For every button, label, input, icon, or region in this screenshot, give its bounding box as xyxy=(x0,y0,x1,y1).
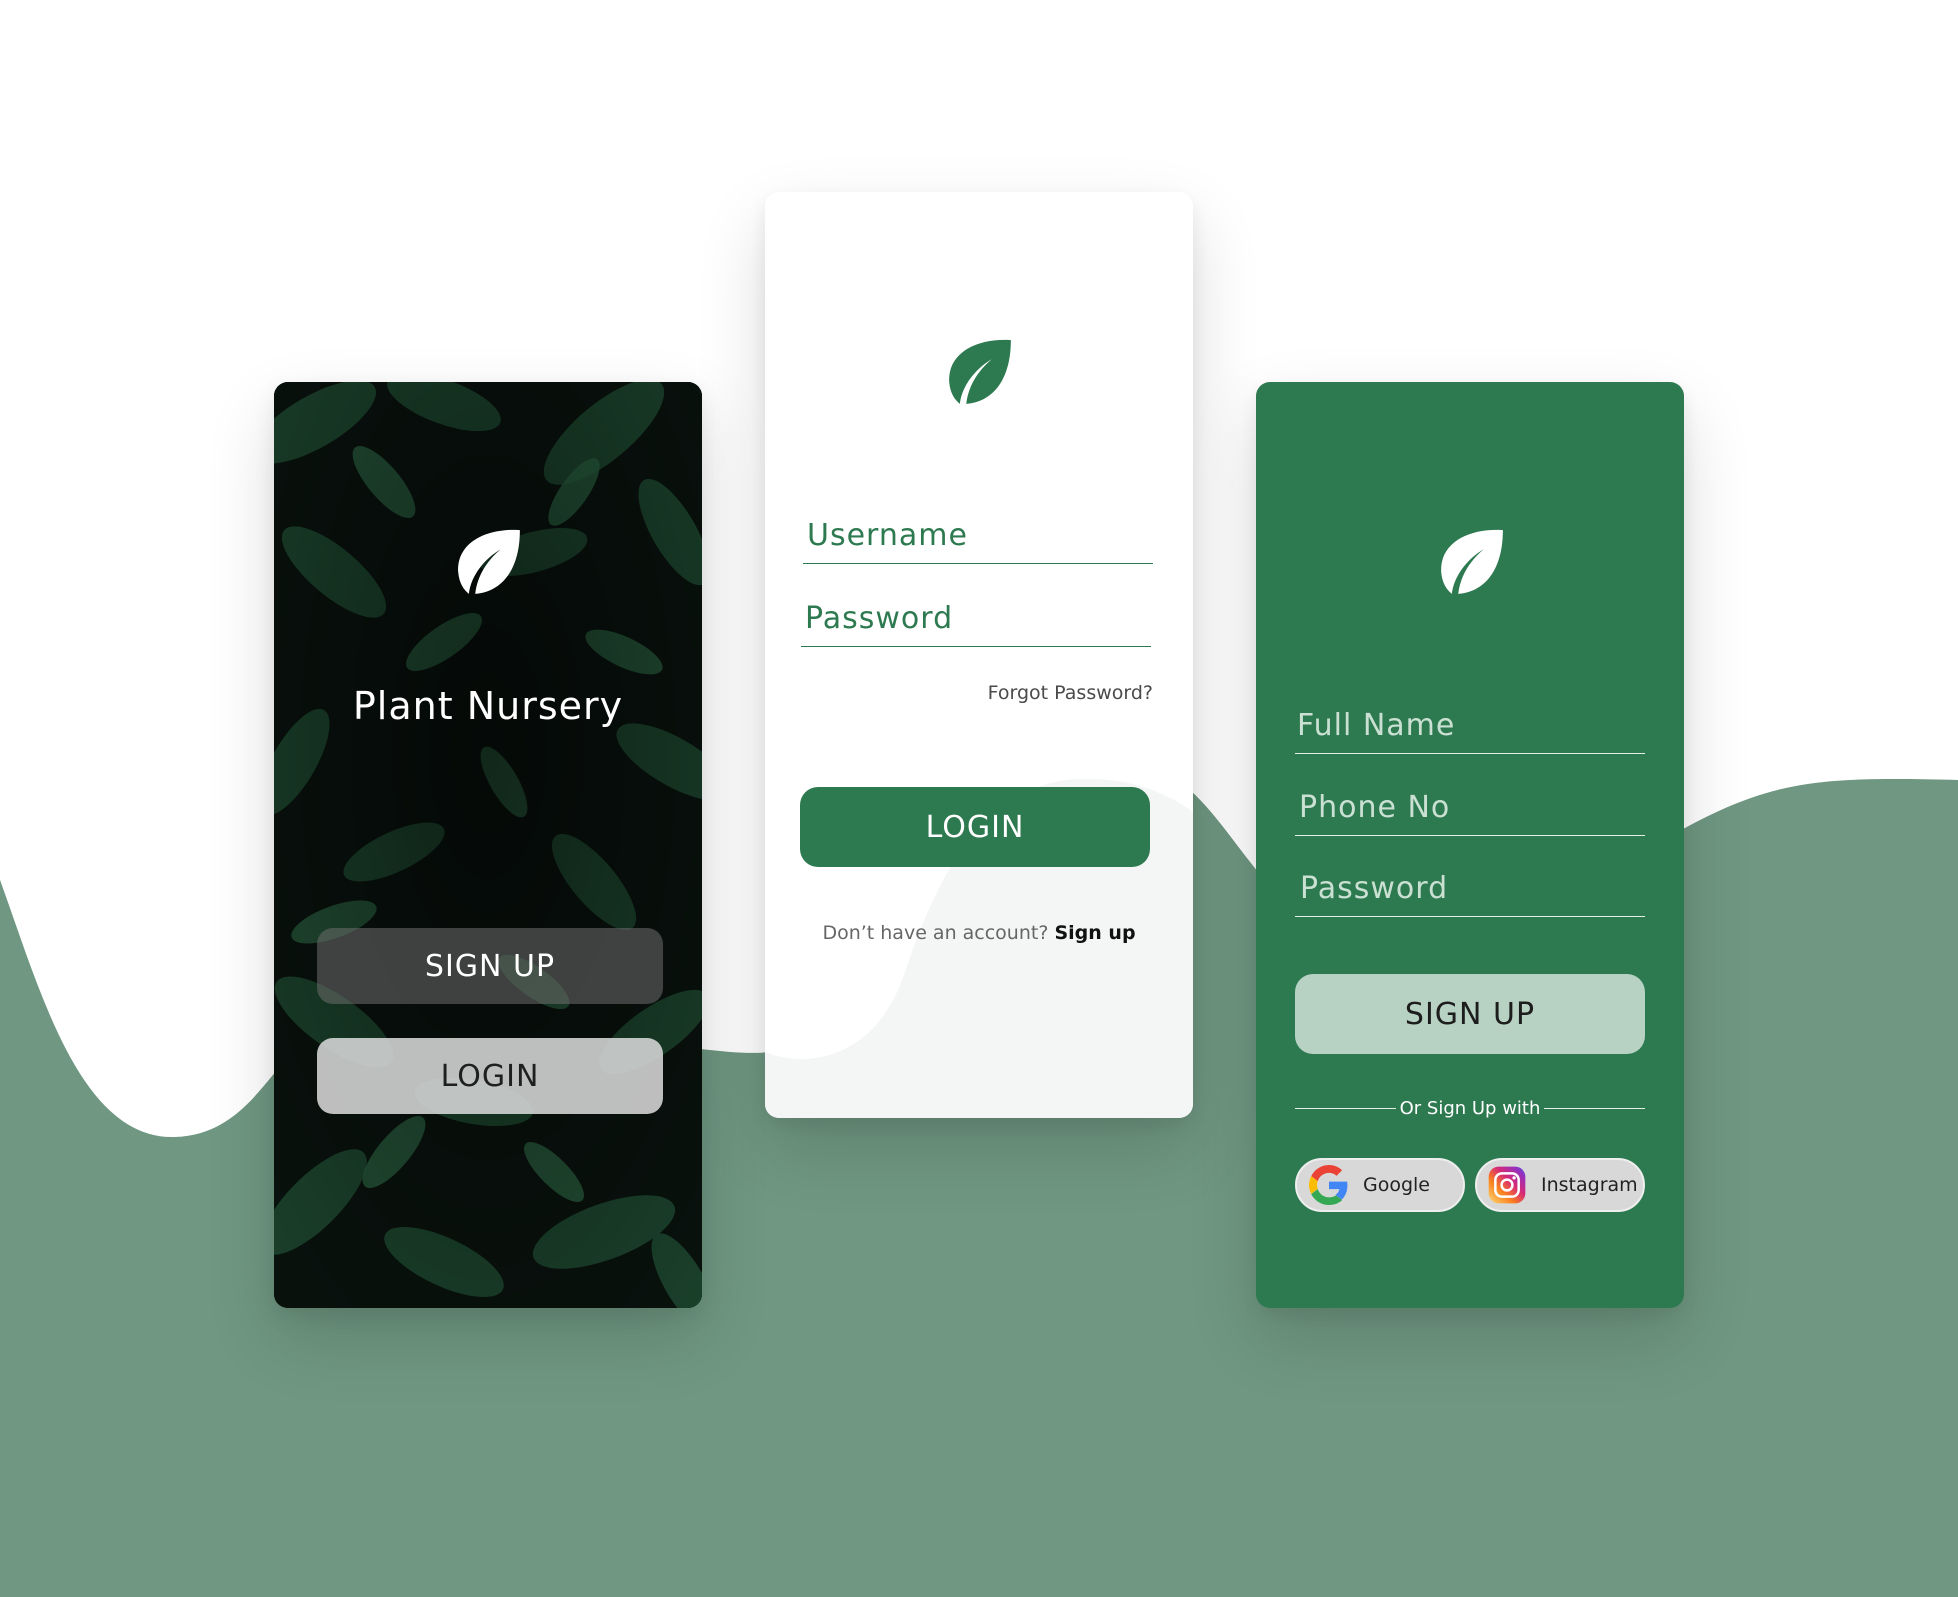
instagram-icon xyxy=(1488,1166,1526,1204)
phone-placeholder: Phone No xyxy=(1299,790,1451,825)
leaf-icon xyxy=(949,339,1011,404)
divider-line-right xyxy=(1544,1107,1646,1109)
password-field[interactable]: Password xyxy=(1295,867,1645,917)
signup-button[interactable]: SIGN UP xyxy=(1295,974,1645,1054)
or-divider: Or Sign Up with xyxy=(1295,1096,1646,1120)
login-button[interactable]: LOGIN xyxy=(317,1038,663,1114)
google-signup-button[interactable]: Google xyxy=(1295,1158,1465,1212)
login-button[interactable]: LOGIN xyxy=(800,787,1150,867)
login-screen: Username Password Forgot Password? LOGIN… xyxy=(765,192,1193,1118)
google-icon xyxy=(1309,1165,1348,1205)
username-placeholder: Username xyxy=(807,518,968,553)
instagram-label: Instagram xyxy=(1541,1174,1638,1196)
fullname-placeholder: Full Name xyxy=(1297,708,1456,743)
signup-prompt: Don’t have an account? Sign up xyxy=(765,922,1193,944)
login-background-wave xyxy=(765,778,1193,1118)
divider-text: Or Sign Up with xyxy=(1399,1097,1541,1119)
password-placeholder: Password xyxy=(805,601,954,636)
app-title: Plant Nursery xyxy=(352,684,624,728)
signup-screen: Full Name Phone No Password SIGN UP Or S… xyxy=(1256,382,1684,1308)
google-label: Google xyxy=(1363,1174,1431,1196)
instagram-signup-button[interactable]: Instagram xyxy=(1475,1158,1645,1212)
password-placeholder: Password xyxy=(1300,871,1449,906)
fullname-field[interactable]: Full Name xyxy=(1295,704,1645,754)
divider-line-left xyxy=(1295,1107,1396,1109)
phone-field[interactable]: Phone No xyxy=(1295,786,1645,836)
signup-button[interactable]: SIGN UP xyxy=(317,928,663,1004)
leaf-icon xyxy=(1441,529,1503,594)
signup-link[interactable]: Sign up xyxy=(1054,922,1135,944)
welcome-screen: Plant Nursery SIGN UP LOGIN xyxy=(274,382,702,1308)
leaf-icon xyxy=(458,529,520,594)
foliage-background-image xyxy=(274,382,702,1308)
password-field[interactable]: Password xyxy=(801,597,1151,647)
no-account-text: Don’t have an account? xyxy=(822,922,1049,944)
forgot-password-link[interactable]: Forgot Password? xyxy=(988,682,1153,704)
username-field[interactable]: Username xyxy=(803,514,1153,564)
